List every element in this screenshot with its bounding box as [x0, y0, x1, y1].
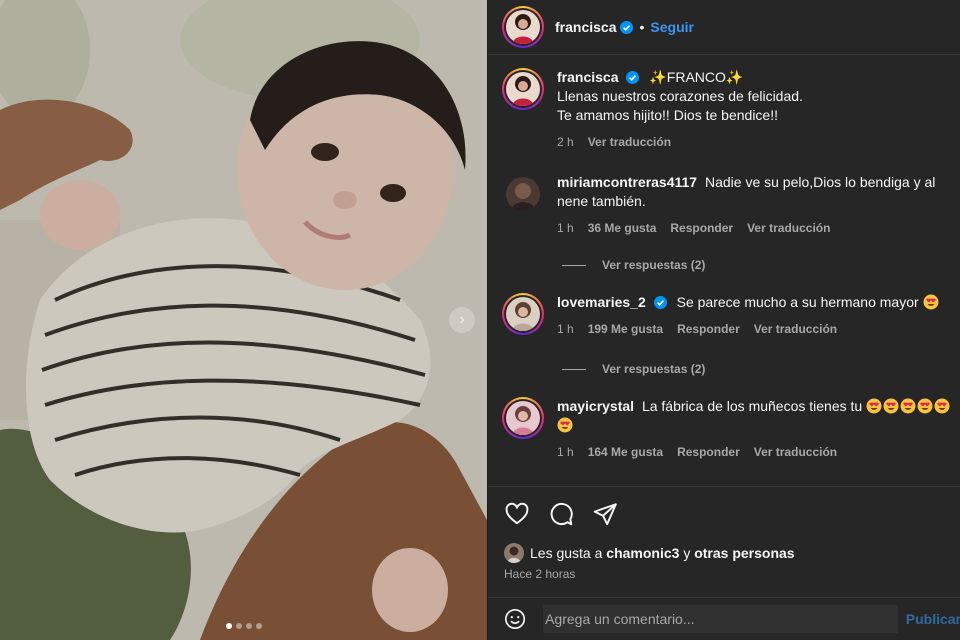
add-comment-bar: Publicar [488, 597, 960, 640]
caption: francisca ✨FRANCO✨ Llenas nuestros coraz… [502, 68, 957, 149]
post-header: francisca • Seguir [488, 0, 960, 55]
translate-button[interactable]: Ver traducción [754, 445, 837, 459]
separator-dot: • [639, 19, 645, 35]
comment-icon[interactable] [548, 501, 574, 527]
comment-input[interactable] [543, 605, 898, 633]
story-ring[interactable] [502, 293, 544, 335]
comment-text: lovemaries_2 Se parece mucho a su herman… [557, 293, 957, 312]
comment-time: 1 h [557, 221, 574, 235]
view-replies-button[interactable]: Ver respuestas (2) [562, 258, 705, 272]
comment-item: mayicrystal La fábrica de los muñecos ti… [502, 397, 957, 459]
likes-others[interactable]: otras personas [694, 545, 794, 561]
follow-button[interactable]: Seguir [650, 19, 694, 35]
translate-button[interactable]: Ver traducción [588, 135, 671, 149]
story-ring[interactable] [502, 6, 544, 48]
action-icons [504, 501, 618, 527]
caption-username[interactable]: francisca [557, 69, 618, 85]
comment-meta: 1 h 164 Me gusta Responder Ver traducció… [557, 445, 957, 459]
avatar [504, 543, 524, 563]
heart-eyes-emoji [917, 398, 933, 414]
likes-joiner: y [683, 545, 691, 561]
likes-summary[interactable]: Les gusta a chamonic3 y otras personas [504, 543, 795, 563]
baby-photo-illustration [0, 0, 487, 640]
header-username[interactable]: francisca [555, 19, 616, 35]
post-button[interactable]: Publicar [906, 611, 960, 627]
caption-line-2: Llenas nuestros corazones de felicidad. [557, 88, 803, 104]
comment-username[interactable]: mayicrystal [557, 398, 634, 414]
comment-likes[interactable]: 199 Me gusta [588, 322, 663, 336]
comment-body: miriamcontreras4117 Nadie ve su pelo,Dio… [557, 173, 957, 235]
carousel-dot [225, 623, 232, 629]
reply-button[interactable]: Responder [677, 445, 740, 459]
comment-likes[interactable]: 164 Me gusta [588, 445, 663, 459]
post-side-panel: francisca • Seguir francisca ✨FRANCO✨ Ll… [487, 0, 960, 640]
comment-username[interactable]: miriamcontreras4117 [557, 174, 697, 190]
caption-time: 2 h [557, 135, 574, 149]
post-photo[interactable]: › [0, 0, 487, 640]
view-replies-label: Ver respuestas (2) [602, 258, 706, 272]
avatar[interactable] [506, 177, 540, 211]
comment-body: lovemaries_2 Se parece mucho a su herman… [557, 293, 957, 336]
comment-meta: 1 h 36 Me gusta Responder Ver traducción [557, 221, 957, 235]
likes-user[interactable]: chamonic3 [606, 545, 679, 561]
view-replies-button[interactable]: Ver respuestas (2) [562, 362, 705, 376]
carousel-dot [255, 623, 262, 629]
reply-button[interactable]: Responder [670, 221, 733, 235]
comment-item: miriamcontreras4117 Nadie ve su pelo,Dio… [502, 173, 957, 235]
likes-prefix: Les gusta a [530, 545, 603, 561]
replies-divider [562, 368, 586, 370]
caption-text: francisca ✨FRANCO✨ Llenas nuestros coraz… [557, 68, 957, 125]
heart-eyes-emoji [900, 398, 916, 414]
comment-item: lovemaries_2 Se parece mucho a su herman… [502, 293, 957, 336]
heart-eyes-emoji [883, 398, 899, 414]
send-icon[interactable] [592, 501, 618, 527]
comment-time: 1 h [557, 322, 574, 336]
reply-button[interactable]: Responder [677, 322, 740, 336]
caption-meta: 2 h Ver traducción [557, 135, 957, 149]
caption-line-1: ✨FRANCO✨ [649, 69, 744, 85]
heart-eyes-emoji [934, 398, 950, 414]
carousel-dot [235, 623, 242, 629]
comment-meta: 1 h 199 Me gusta Responder Ver traducció… [557, 322, 957, 336]
heart-eyes-emoji [866, 398, 882, 414]
view-replies-label: Ver respuestas (2) [602, 362, 706, 376]
story-ring[interactable] [502, 68, 544, 110]
avatar [506, 10, 540, 44]
avatar [506, 72, 540, 106]
avatar [506, 401, 540, 435]
post-actions: Les gusta a chamonic3 y otras personas H… [488, 486, 960, 596]
carousel-dot [245, 623, 252, 629]
story-ring[interactable] [502, 397, 544, 439]
comment-likes[interactable]: 36 Me gusta [588, 221, 657, 235]
chevron-right-icon[interactable]: › [449, 307, 475, 333]
translate-button[interactable]: Ver traducción [754, 322, 837, 336]
smiley-icon[interactable] [504, 607, 526, 631]
heart-eyes-emoji [557, 417, 573, 433]
avatar [506, 297, 540, 331]
post-timestamp: Hace 2 horas [504, 567, 576, 581]
comment-time: 1 h [557, 445, 574, 459]
comment-content: Se parece mucho a su hermano mayor [676, 294, 919, 310]
verified-badge-icon [620, 20, 634, 34]
carousel-dots [0, 616, 487, 634]
caption-line-3: Te amamos hijito!! Dios te bendice!! [557, 107, 778, 123]
verified-badge-icon [653, 296, 667, 309]
comments-list[interactable]: francisca ✨FRANCO✨ Llenas nuestros coraz… [488, 56, 960, 486]
replies-divider [562, 264, 586, 266]
comment-text: mayicrystal La fábrica de los muñecos ti… [557, 397, 957, 435]
heart-icon[interactable] [504, 501, 530, 527]
comment-content: La fábrica de los muñecos tienes tu [641, 398, 863, 414]
caption-body: francisca ✨FRANCO✨ Llenas nuestros coraz… [557, 68, 957, 149]
comment-body: mayicrystal La fábrica de los muñecos ti… [557, 397, 957, 459]
heart-eyes-emoji [923, 294, 939, 310]
verified-badge-icon [626, 71, 640, 84]
translate-button[interactable]: Ver traducción [747, 221, 830, 235]
comment-text: miriamcontreras4117 Nadie ve su pelo,Dio… [557, 173, 957, 211]
comment-username[interactable]: lovemaries_2 [557, 294, 646, 310]
